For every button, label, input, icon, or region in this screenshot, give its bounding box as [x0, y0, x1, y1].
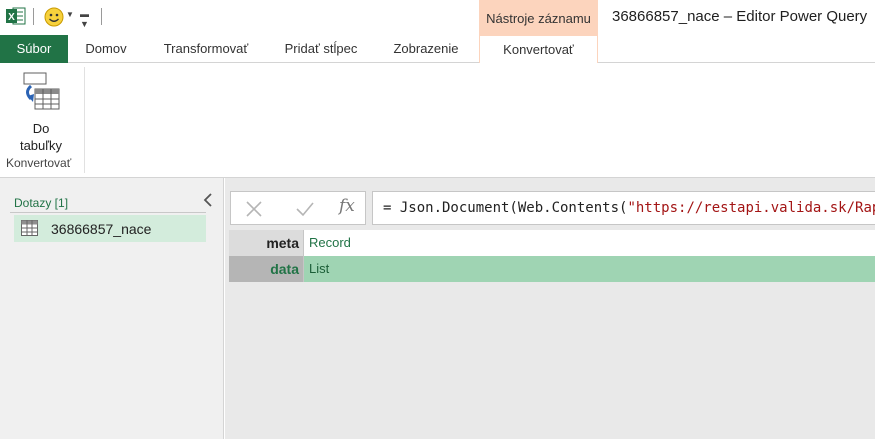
main-area: fx = Json.Document(Web.Contents("https:/…	[225, 178, 875, 439]
record-grid: meta Record data List	[229, 230, 875, 282]
tab-home[interactable]: Domov	[70, 35, 142, 63]
queries-pane: Dotazy [1] 36866857_nace	[0, 178, 224, 439]
contextual-tab-record-tools: Nástroje záznamu	[479, 0, 598, 35]
to-table-icon	[23, 72, 60, 110]
svg-text:X: X	[8, 12, 15, 23]
record-field-value[interactable]: List	[304, 256, 875, 282]
tab-view[interactable]: Zobrazenie	[380, 35, 472, 63]
ribbon-tabs: Súbor Domov Transformovať Pridať stĺpec …	[0, 35, 875, 64]
record-field-name[interactable]: meta	[229, 230, 304, 256]
customize-quick-access-icon[interactable]: ▬ ▼	[80, 9, 89, 29]
title-bar: X ▼ ▬ ▼ Nástroje záznamu 36866857_nace – …	[0, 0, 875, 35]
formula-string: "https://restapi.valida.sk/Rapi	[627, 200, 875, 216]
record-field-name[interactable]: data	[229, 256, 304, 282]
cancel-icon[interactable]	[245, 200, 263, 218]
ribbon-group-label: Konvertovať	[6, 156, 72, 170]
quick-access-separator-2	[101, 8, 102, 25]
table-icon	[21, 220, 38, 236]
formula-bar-buttons: fx	[230, 191, 366, 225]
tab-file[interactable]: Súbor	[0, 35, 68, 63]
smiley-feedback-icon[interactable]	[44, 7, 64, 27]
query-item-label: 36866857_nace	[51, 221, 152, 237]
quick-access-separator	[33, 8, 34, 25]
tab-add-column[interactable]: Pridať stĺpec	[272, 35, 370, 63]
window-title: 36866857_nace – Editor Power Query	[612, 8, 868, 25]
formula-text: = Json.Document(Web.Contents(	[383, 200, 628, 216]
to-table-button[interactable]: Do tabuľky	[10, 69, 72, 155]
queries-header: Dotazy [1]	[14, 196, 69, 210]
queries-divider	[10, 212, 206, 213]
excel-icon[interactable]: X	[6, 7, 26, 25]
tab-convert[interactable]: Konvertovať	[479, 35, 598, 64]
record-row-selected[interactable]: data List	[229, 256, 875, 282]
ribbon-group-separator	[84, 67, 85, 173]
query-item[interactable]: 36866857_nace	[14, 215, 206, 242]
feedback-dropdown-icon[interactable]: ▼	[66, 10, 74, 19]
ribbon: Do tabuľky Konvertovať	[0, 63, 875, 178]
record-row[interactable]: meta Record	[229, 230, 875, 256]
check-icon[interactable]	[295, 200, 315, 218]
tab-transform[interactable]: Transformovať	[148, 35, 264, 63]
collapse-pane-icon[interactable]	[202, 193, 214, 207]
formula-input[interactable]: = Json.Document(Web.Contents("https://re…	[372, 191, 875, 225]
record-field-value[interactable]: Record	[304, 230, 875, 256]
fx-icon[interactable]: fx	[339, 196, 355, 216]
to-table-label: Do tabuľky	[19, 121, 63, 153]
